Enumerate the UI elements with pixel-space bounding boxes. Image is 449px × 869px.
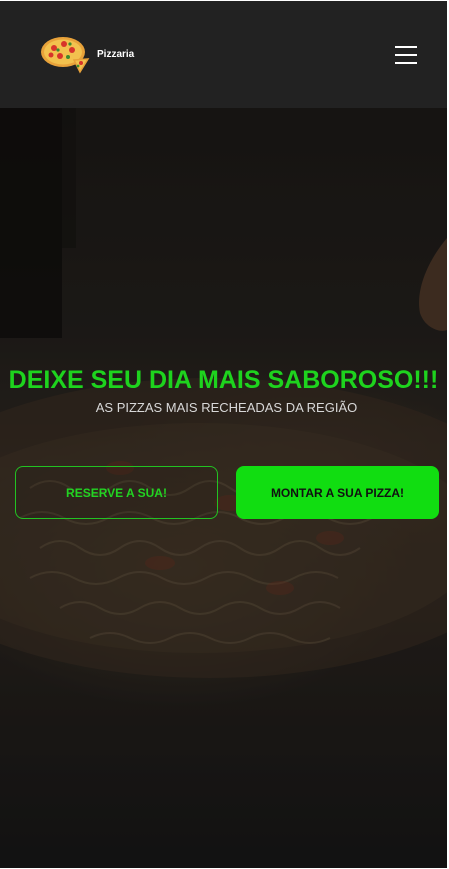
reserve-button[interactable]: RESERVE A SUA! (15, 466, 218, 519)
menu-bar (395, 62, 417, 64)
pizza-logo-icon[interactable] (40, 35, 90, 75)
hero-section: DEIXE SEU DIA MAIS SABOROSO!!! AS PIZZAS… (0, 108, 447, 868)
menu-bar (395, 54, 417, 56)
brand-name[interactable]: Pizzaria (97, 49, 134, 60)
hero-subtitle: AS PIZZAS MAIS RECHEADAS DA REGIÃO (95, 400, 358, 415)
hamburger-menu-icon[interactable] (392, 43, 420, 67)
site-header: Pizzaria (0, 1, 447, 108)
page: Pizzaria DEIXE SEU DIA MAIS SABOROSO!!! … (0, 1, 447, 868)
build-pizza-button[interactable]: MONTAR A SUA PIZZA! (236, 466, 439, 519)
hero-title: DEIXE SEU DIA MAIS SABOROSO!!! (8, 366, 439, 394)
menu-bar (395, 46, 417, 48)
